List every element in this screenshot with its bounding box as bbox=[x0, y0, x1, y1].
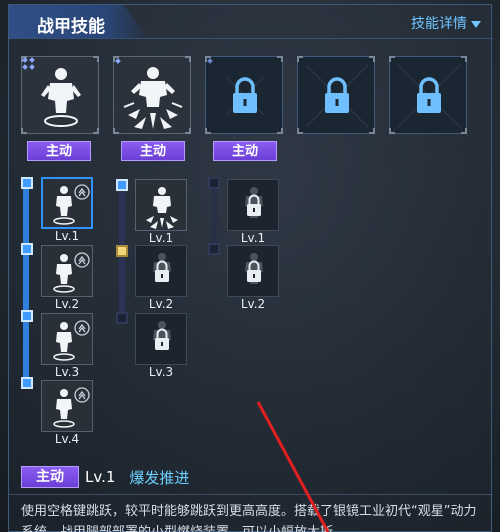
upgrade-lv1-skill3[interactable] bbox=[227, 179, 279, 231]
selected-skill-level: Lv.1 bbox=[85, 468, 116, 486]
selected-skill-name: 爆发推进 bbox=[129, 468, 190, 487]
upgrade-level-label: Lv.1 bbox=[54, 229, 80, 243]
title-divider bbox=[9, 38, 493, 39]
skill-details-button[interactable]: 技能详情 bbox=[411, 13, 481, 33]
upgrade-node[interactable] bbox=[21, 377, 33, 389]
locked-burst-icon bbox=[153, 253, 171, 282]
upgrade-track-1 bbox=[23, 181, 29, 387]
jump-figure-icon bbox=[41, 68, 81, 127]
selected-skill-summary: 主动 Lv.1 爆发推进 bbox=[21, 466, 189, 488]
skill-card-4[interactable] bbox=[297, 56, 375, 134]
description-divider bbox=[9, 494, 493, 495]
upgrade-lv4-skill1[interactable] bbox=[41, 380, 93, 432]
locked-burst-icon bbox=[153, 321, 171, 350]
upgrade-node-current[interactable] bbox=[116, 245, 128, 257]
upgrade-node[interactable] bbox=[21, 243, 33, 255]
upgrade-lv3-skill2[interactable] bbox=[135, 313, 187, 365]
upgrade-level-label: Lv.2 bbox=[148, 297, 174, 311]
upgrade-lv2-skill1[interactable] bbox=[41, 245, 93, 297]
lock-icon bbox=[225, 76, 265, 116]
upgrade-level-label: Lv.4 bbox=[54, 432, 80, 446]
locked-figure-icon bbox=[245, 253, 263, 284]
upgrade-level-label: Lv.3 bbox=[148, 365, 174, 379]
skill-details-label: 技能详情 bbox=[411, 16, 467, 32]
upgrade-node[interactable] bbox=[21, 310, 33, 322]
upgrade-lv3-skill1[interactable] bbox=[41, 313, 93, 365]
skill-card-1[interactable] bbox=[21, 56, 99, 134]
dropdown-triangle-icon bbox=[471, 20, 481, 28]
upgrade-lv2-skill2[interactable] bbox=[135, 245, 187, 297]
jump-figure-icon bbox=[53, 252, 90, 293]
burst-figure-icon bbox=[146, 187, 178, 229]
upgrade-level-label: Lv.2 bbox=[240, 297, 266, 311]
lock-icon bbox=[397, 64, 461, 128]
lock-icon bbox=[305, 64, 369, 128]
jump-figure-icon bbox=[53, 320, 90, 361]
skill-badge-2: 主动 bbox=[121, 141, 185, 161]
skill-card-3[interactable] bbox=[205, 56, 283, 134]
skill-card-2[interactable] bbox=[113, 56, 191, 134]
upgrade-level-label: Lv.3 bbox=[54, 365, 80, 379]
upgrade-node-locked[interactable] bbox=[208, 177, 220, 189]
upgrade-lv1-skill2[interactable] bbox=[135, 179, 187, 231]
skill-card-5[interactable] bbox=[389, 56, 467, 134]
upgrade-node-locked[interactable] bbox=[208, 243, 220, 255]
upgrade-node[interactable] bbox=[116, 179, 128, 191]
jump-figure-icon bbox=[53, 184, 90, 225]
upgrade-level-label: Lv.1 bbox=[148, 231, 174, 245]
upgrade-node-locked[interactable] bbox=[116, 312, 128, 324]
skill-description: 使用空格键跳跃，较平时能够跳跃到更高高度。搭载了银镜工业初代“观星”动力系统，战… bbox=[21, 504, 477, 532]
selected-skill-badge: 主动 bbox=[21, 466, 79, 488]
locked-figure-icon bbox=[245, 187, 263, 218]
burst-figure-icon bbox=[123, 67, 183, 129]
upgrade-lv2-skill3[interactable] bbox=[227, 245, 279, 297]
skill-panel: 战甲技能 技能详情 主动 主动 主动 Lv.1 Lv.2 Lv.3 Lv.4 L… bbox=[8, 4, 493, 532]
upgrade-node[interactable] bbox=[21, 177, 33, 189]
upgrade-lv1-skill1[interactable] bbox=[41, 177, 93, 229]
skill-badge-3: 主动 bbox=[213, 141, 277, 161]
page-title: 战甲技能 bbox=[37, 17, 105, 37]
upgrade-level-label: Lv.1 bbox=[240, 231, 266, 245]
skill-badge-1: 主动 bbox=[27, 141, 91, 161]
jump-figure-icon bbox=[53, 387, 90, 428]
upgrade-level-label: Lv.2 bbox=[54, 297, 80, 311]
